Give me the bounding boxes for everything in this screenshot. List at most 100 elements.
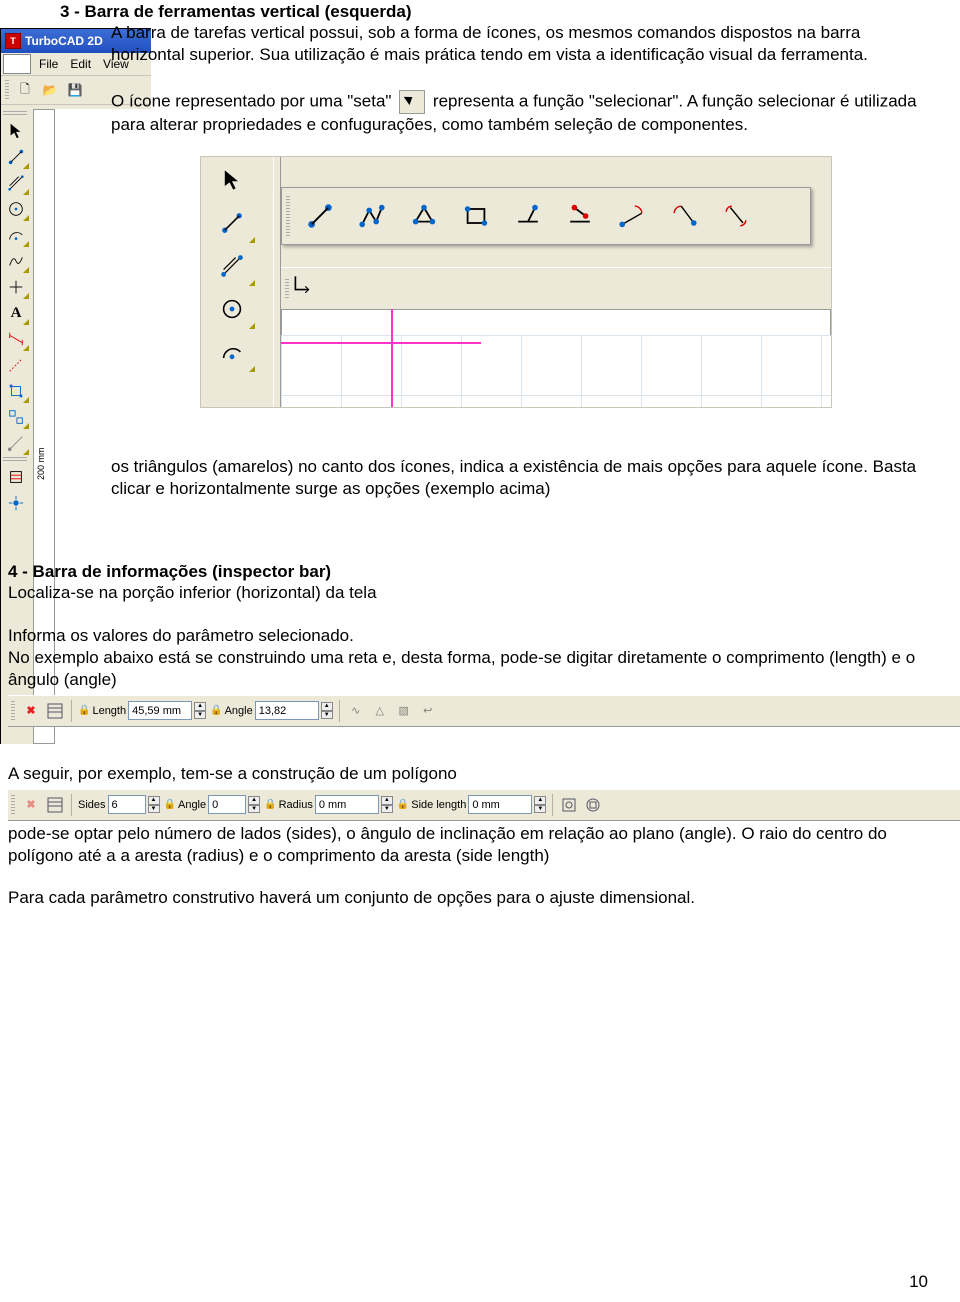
properties-icon[interactable] [45,701,65,721]
radius-field[interactable]: 🔒 Radius 0 mm ▲▼ [264,794,393,816]
line-segment-icon[interactable] [296,193,344,239]
arc-tool-icon[interactable] [3,223,29,247]
option1-icon[interactable]: ∿ [346,701,366,721]
properties-icon[interactable] [45,795,65,815]
modify-tool-icon[interactable] [3,379,29,403]
section3-p2a: O ícone representado por uma "seta" [111,92,396,111]
toolbar-grip [3,457,27,463]
toolbar-grip [286,196,290,236]
section4-p5: pode-se optar pelo número de lados (side… [8,823,930,867]
cursor-select-icon [399,90,425,114]
sides-input[interactable]: 6 [108,795,146,814]
measure-tool-icon[interactable] [3,431,29,455]
double-line-tool-icon[interactable] [209,246,255,286]
lock-icon[interactable]: 🔒 [210,705,222,716]
line-tool-icon[interactable] [209,203,255,243]
radius-spinner[interactable]: ▲▼ [381,796,393,813]
section3-p2: O ícone representado por uma "seta" repr… [111,90,930,136]
select-tool-icon[interactable] [3,119,29,143]
cancel-icon[interactable]: ✖ [21,701,41,721]
arc-tool-icon[interactable] [209,332,255,372]
ruler-unit-label: 200 mm [36,447,46,480]
open-file-icon[interactable]: 📂 [39,79,61,101]
toolbar-grip [11,701,15,721]
flyout-screenshot [200,156,832,408]
circle-tool-icon[interactable] [3,197,29,221]
lock-icon[interactable]: 🔒 [78,705,90,716]
angle-spinner[interactable]: ▲▼ [321,702,333,719]
drawing-area [281,335,831,407]
option2-icon[interactable]: △ [370,701,390,721]
crosshair-v [391,309,393,407]
circumscribed-icon[interactable] [583,795,603,815]
tangent-from-arc-icon[interactable] [660,193,708,239]
page-number: 10 [909,1272,928,1292]
inspector-bar-polygon: ✖ Sides 6 ▲▼ 🔒 Angle 0 ▲▼ 🔒 Radius 0 mm … [8,789,960,821]
toolbar-grip [3,111,27,117]
option3-icon[interactable]: ▧ [394,701,414,721]
parallel-line-icon[interactable] [556,193,604,239]
cancel-icon[interactable]: ✖ [21,795,41,815]
inscribed-icon[interactable] [559,795,579,815]
section4-p6: Para cada parâmetro construtivo haverá u… [8,887,930,909]
dimension-tool-icon[interactable] [3,327,29,351]
construction-line-icon[interactable] [3,353,29,377]
double-line-tool-icon[interactable] [3,171,29,195]
section3-p1: A barra de tarefas vertical possui, sob … [111,22,930,66]
point-tool-icon[interactable] [3,275,29,299]
perpendicular-line-icon[interactable] [504,193,552,239]
origin-snap-icon[interactable] [291,272,329,306]
polygon-icon[interactable] [400,193,448,239]
polyline-icon[interactable] [348,193,396,239]
crosshair-h [281,342,481,344]
radius-input[interactable]: 0 mm [315,795,379,814]
curve-tool-icon[interactable] [3,249,29,273]
angle-label: Angle [225,705,253,717]
length-input[interactable]: 45,59 mm [128,701,192,720]
hatch-tool-icon[interactable] [3,465,29,489]
section4-p4: A seguir, por exemplo, tem-se a construç… [8,763,930,785]
sides-spinner[interactable]: ▲▼ [148,796,160,813]
section4-p2: Informa os valores do parâmetro selecion… [8,625,930,647]
length-field[interactable]: 🔒 Length 45,59 mm ▲▼ [78,700,206,722]
section4-title: 4 - Barra de informações (inspector bar) [8,562,930,582]
line-tool-icon[interactable] [3,145,29,169]
sidelength-label: Side length [411,799,466,811]
sidelength-input[interactable]: 0 mm [468,795,532,814]
tangent-two-arcs-icon[interactable] [712,193,760,239]
section3-p3: os triângulos (amarelos) no canto dos íc… [111,456,930,500]
horizontal-ruler [281,309,831,337]
toolbar-grip [5,80,9,100]
explode-tool-icon[interactable] [3,491,29,515]
angle-spinner[interactable]: ▲▼ [248,796,260,813]
lock-icon[interactable]: 🔒 [397,799,409,810]
sides-field[interactable]: Sides 6 ▲▼ [78,794,160,816]
new-file-icon[interactable]: 🗋 [14,79,36,101]
sidelength-field[interactable]: 🔒 Side length 0 mm ▲▼ [397,794,547,816]
length-label: Length [92,705,126,717]
angle-input[interactable]: 0 [208,795,246,814]
app-icon: T [5,33,21,49]
angle-field[interactable]: 🔒 Angle 13,82 ▲▼ [210,700,333,722]
format-tool-icon[interactable] [3,405,29,429]
lock-icon[interactable]: 🔒 [164,799,176,810]
doc-icon [3,54,31,74]
angle-field[interactable]: 🔒 Angle 0 ▲▼ [164,794,261,816]
length-spinner[interactable]: ▲▼ [194,702,206,719]
horizontal-toolbar [281,267,831,311]
document-body: 3 - Barra de ferramentas vertical (esque… [60,0,930,909]
option4-icon[interactable]: ↩ [418,701,438,721]
toolbar-grip [11,795,15,815]
text-tool-icon[interactable]: A [3,301,29,325]
sidelength-spinner[interactable]: ▲▼ [534,796,546,813]
circle-tool-icon[interactable] [209,289,255,329]
toolbar-grip [285,279,289,299]
tangent-arc-line-icon[interactable] [608,193,656,239]
sides-label: Sides [78,799,106,811]
section4-p1: Localiza-se na porção inferior (horizont… [8,582,930,604]
angle-input[interactable]: 13,82 [255,701,319,720]
radius-label: Radius [279,799,313,811]
rectangle-icon[interactable] [452,193,500,239]
select-tool-icon[interactable] [209,160,255,200]
lock-icon[interactable]: 🔒 [264,799,276,810]
